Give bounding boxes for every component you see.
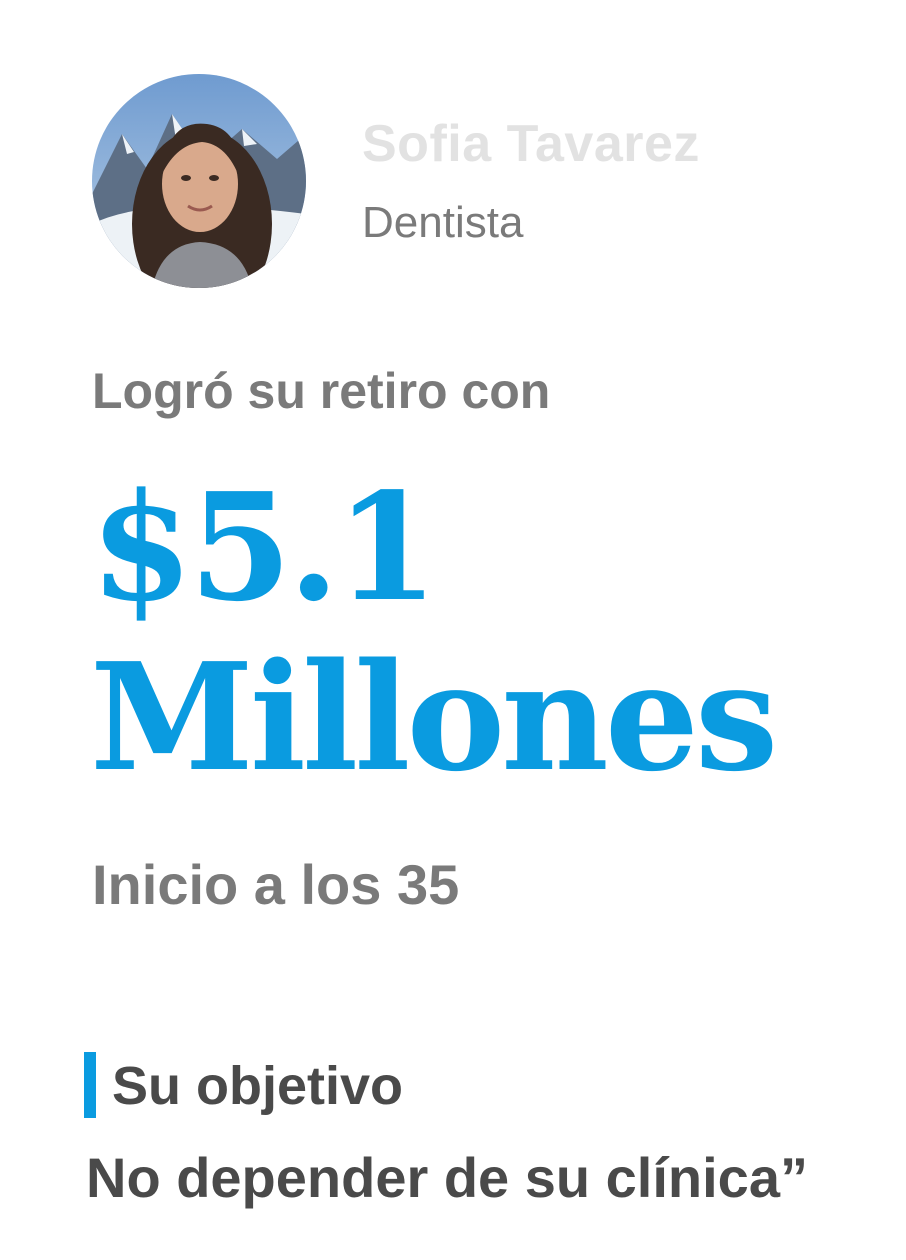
goal-quote: No depender de su clínica” [86, 1146, 808, 1209]
person-role: Dentista [362, 198, 524, 247]
start-age: Inicio a los 35 [92, 853, 460, 916]
amount-value: $5.1 [90, 460, 438, 634]
retirement-amount: $5.1 Millones [90, 460, 778, 804]
goal-accent-bar [84, 1052, 96, 1118]
amount-unit: Millones [90, 630, 778, 804]
person-name: Sofia Tavarez [362, 115, 700, 173]
goal-label: Su objetivo [112, 1056, 404, 1116]
headline-lead: Logró su retiro con [92, 363, 551, 419]
avatar [92, 74, 306, 288]
